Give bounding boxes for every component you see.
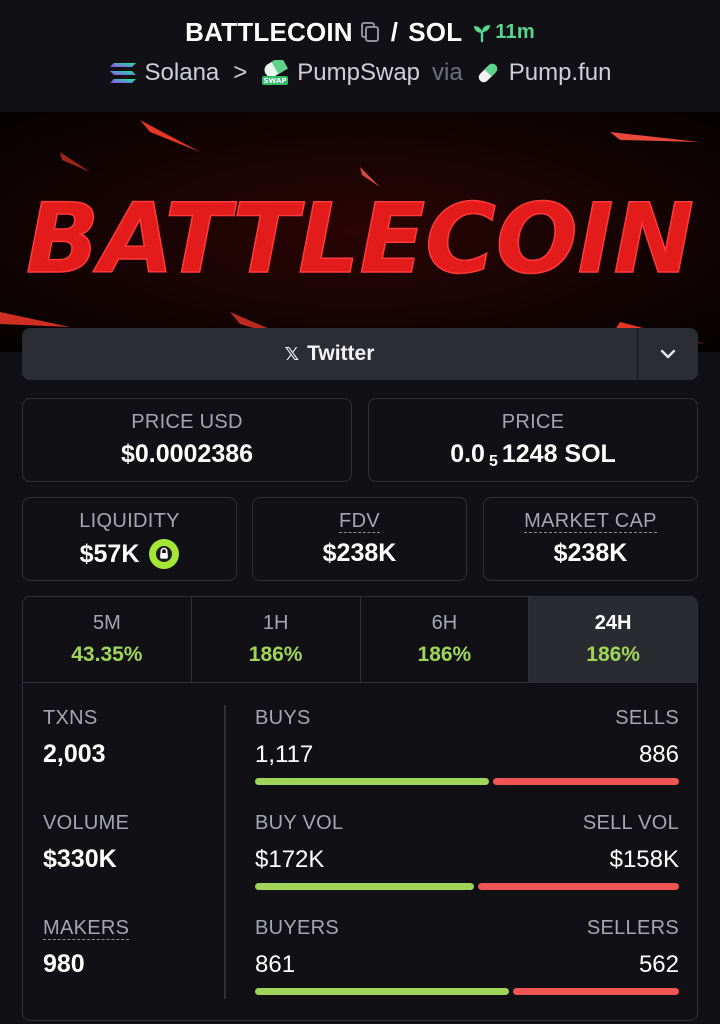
x-logo-icon: 𝕏 [284,343,300,364]
via-label: via [432,59,463,86]
buy-vol-label: BUY VOL [255,812,344,834]
buy-share-bar [255,883,474,890]
tab-1h[interactable]: 1H 186% [192,597,361,682]
chevron-down-icon [660,349,676,359]
makers-label[interactable]: MAKERS [43,917,130,940]
pumpfun-pill-icon [475,60,501,86]
launchpad-link[interactable]: Pump.fun [509,59,612,87]
fdv-label[interactable]: FDV [339,510,380,533]
tab-change: 186% [417,643,472,666]
price-usd-label: PRICE USD [131,411,243,433]
buys-sells-row: BUYS SELLS 1,117 886 [255,707,679,785]
volume-label: VOLUME [43,812,130,834]
chain-breadcrumb: Solana > SWAP PumpSwap via Pump.fun [0,59,720,87]
buyers-sellers-row: BUYERS SELLERS 861 562 [255,917,679,995]
makers-value: 980 [43,950,85,978]
chain-link[interactable]: Solana [145,59,220,87]
token-symbol: BATTLECOIN [185,17,353,47]
volume-value: $330K [43,845,117,873]
price-native-card: PRICE 0.0 5 1248 SOL [368,398,698,482]
stats-divider [224,705,226,999]
sellers-label: SELLERS [586,917,679,939]
sell-vol-label: SELL VOL [582,812,679,834]
tab-change: 186% [248,643,303,666]
pair-slash: / [390,17,399,47]
sprout-icon [474,24,491,42]
volume-stat: VOLUME $330K [43,812,129,874]
fdv-value: $238K [322,539,397,567]
buys-label: BUYS [255,707,311,729]
market-cap-value: $238K [553,539,628,567]
pair-age: 11m [472,21,535,44]
price-usd-card: PRICE USD $0.0002386 [22,398,352,482]
timeframe-tabs: 5M 43.35% 1H 186% 6H 186% 24H 186% [23,597,697,683]
tab-label: 1H [262,612,289,634]
buy-sell-volume-row: BUY VOL SELL VOL $172K $158K [255,812,679,890]
price-suffix: 1248 SOL [501,440,616,468]
dex-link[interactable]: PumpSwap [297,59,420,87]
tab-24h[interactable]: 24H 186% [529,597,697,682]
twitter-label: Twitter [307,342,375,365]
fdv-card: FDV $238K [252,497,467,581]
price-zero-count: 5 [488,452,498,470]
tab-change: 43.35% [71,643,143,666]
liquidity-label: LIQUIDITY [79,510,180,532]
buys-value: 1,117 [255,741,314,768]
tab-label: 24H [594,612,632,634]
price-prefix: 0.0 [450,440,485,468]
buyers-value: 861 [255,951,296,978]
tab-change: 186% [586,643,640,666]
market-cap-card: MARKET CAP $238K [483,497,698,581]
liquidity-value: $57K [79,539,140,568]
breadcrumb-separator: > [233,59,248,86]
market-cap-label[interactable]: MARKET CAP [524,510,657,533]
txns-label: TXNS [43,707,98,729]
buy-share-bar [255,988,510,995]
buyers-label: BUYERS [255,917,340,939]
svg-text:SWAP: SWAP [264,77,287,85]
token-banner: BATTLECOIN [0,112,720,352]
buys-sells-bar [255,778,679,785]
trade-stats: TXNS 2,003 VOLUME $330K MAKERS 980 BUYS … [23,685,697,1020]
social-links: 𝕏 Twitter [22,328,698,380]
tab-6h[interactable]: 6H 186% [361,597,530,682]
tab-5m[interactable]: 5M 43.35% [23,597,192,682]
sell-vol-value: $158K [609,846,679,873]
buyers-sellers-bar [255,988,679,995]
price-native-value: 0.0 5 1248 SOL [369,440,697,470]
tab-label: 5M [92,612,121,634]
price-native-label: PRICE [501,411,565,433]
sells-value: 886 [638,741,679,768]
twitter-button[interactable]: 𝕏 Twitter [22,328,637,380]
pair-title: BATTLECOIN / SOL 11m [0,17,720,48]
pair-header: BATTLECOIN / SOL 11m Solana > SWAP PumpS… [0,0,720,112]
pair-age-text: 11m [495,21,535,43]
solana-icon [109,61,137,85]
quote-symbol: SOL [408,17,463,47]
txns-value: 2,003 [43,740,106,768]
price-usd-value: $0.0002386 [120,440,254,468]
banner-text: BATTLECOIN [26,183,694,295]
timeframe-stats-panel: 5M 43.35% 1H 186% 6H 186% 24H 186% TXNS … [22,596,698,1021]
sell-share-bar [513,988,679,995]
lock-icon[interactable] [149,539,180,569]
makers-stat: MAKERS 980 [43,917,130,979]
liquidity-card: LIQUIDITY $57K [22,497,237,581]
copy-icon[interactable] [359,21,381,44]
buy-share-bar [255,778,490,785]
txns-stat: TXNS 2,003 [43,707,106,769]
buy-sell-volume-bar [255,883,679,890]
sellers-value: 562 [638,951,679,978]
sells-label: SELLS [615,707,679,729]
sell-share-bar [477,883,679,890]
pumpswap-icon: SWAP [261,60,289,86]
buy-vol-value: $172K [255,846,325,873]
more-links-button[interactable] [637,328,698,380]
tab-label: 6H [431,612,458,634]
sell-share-bar [493,778,679,785]
